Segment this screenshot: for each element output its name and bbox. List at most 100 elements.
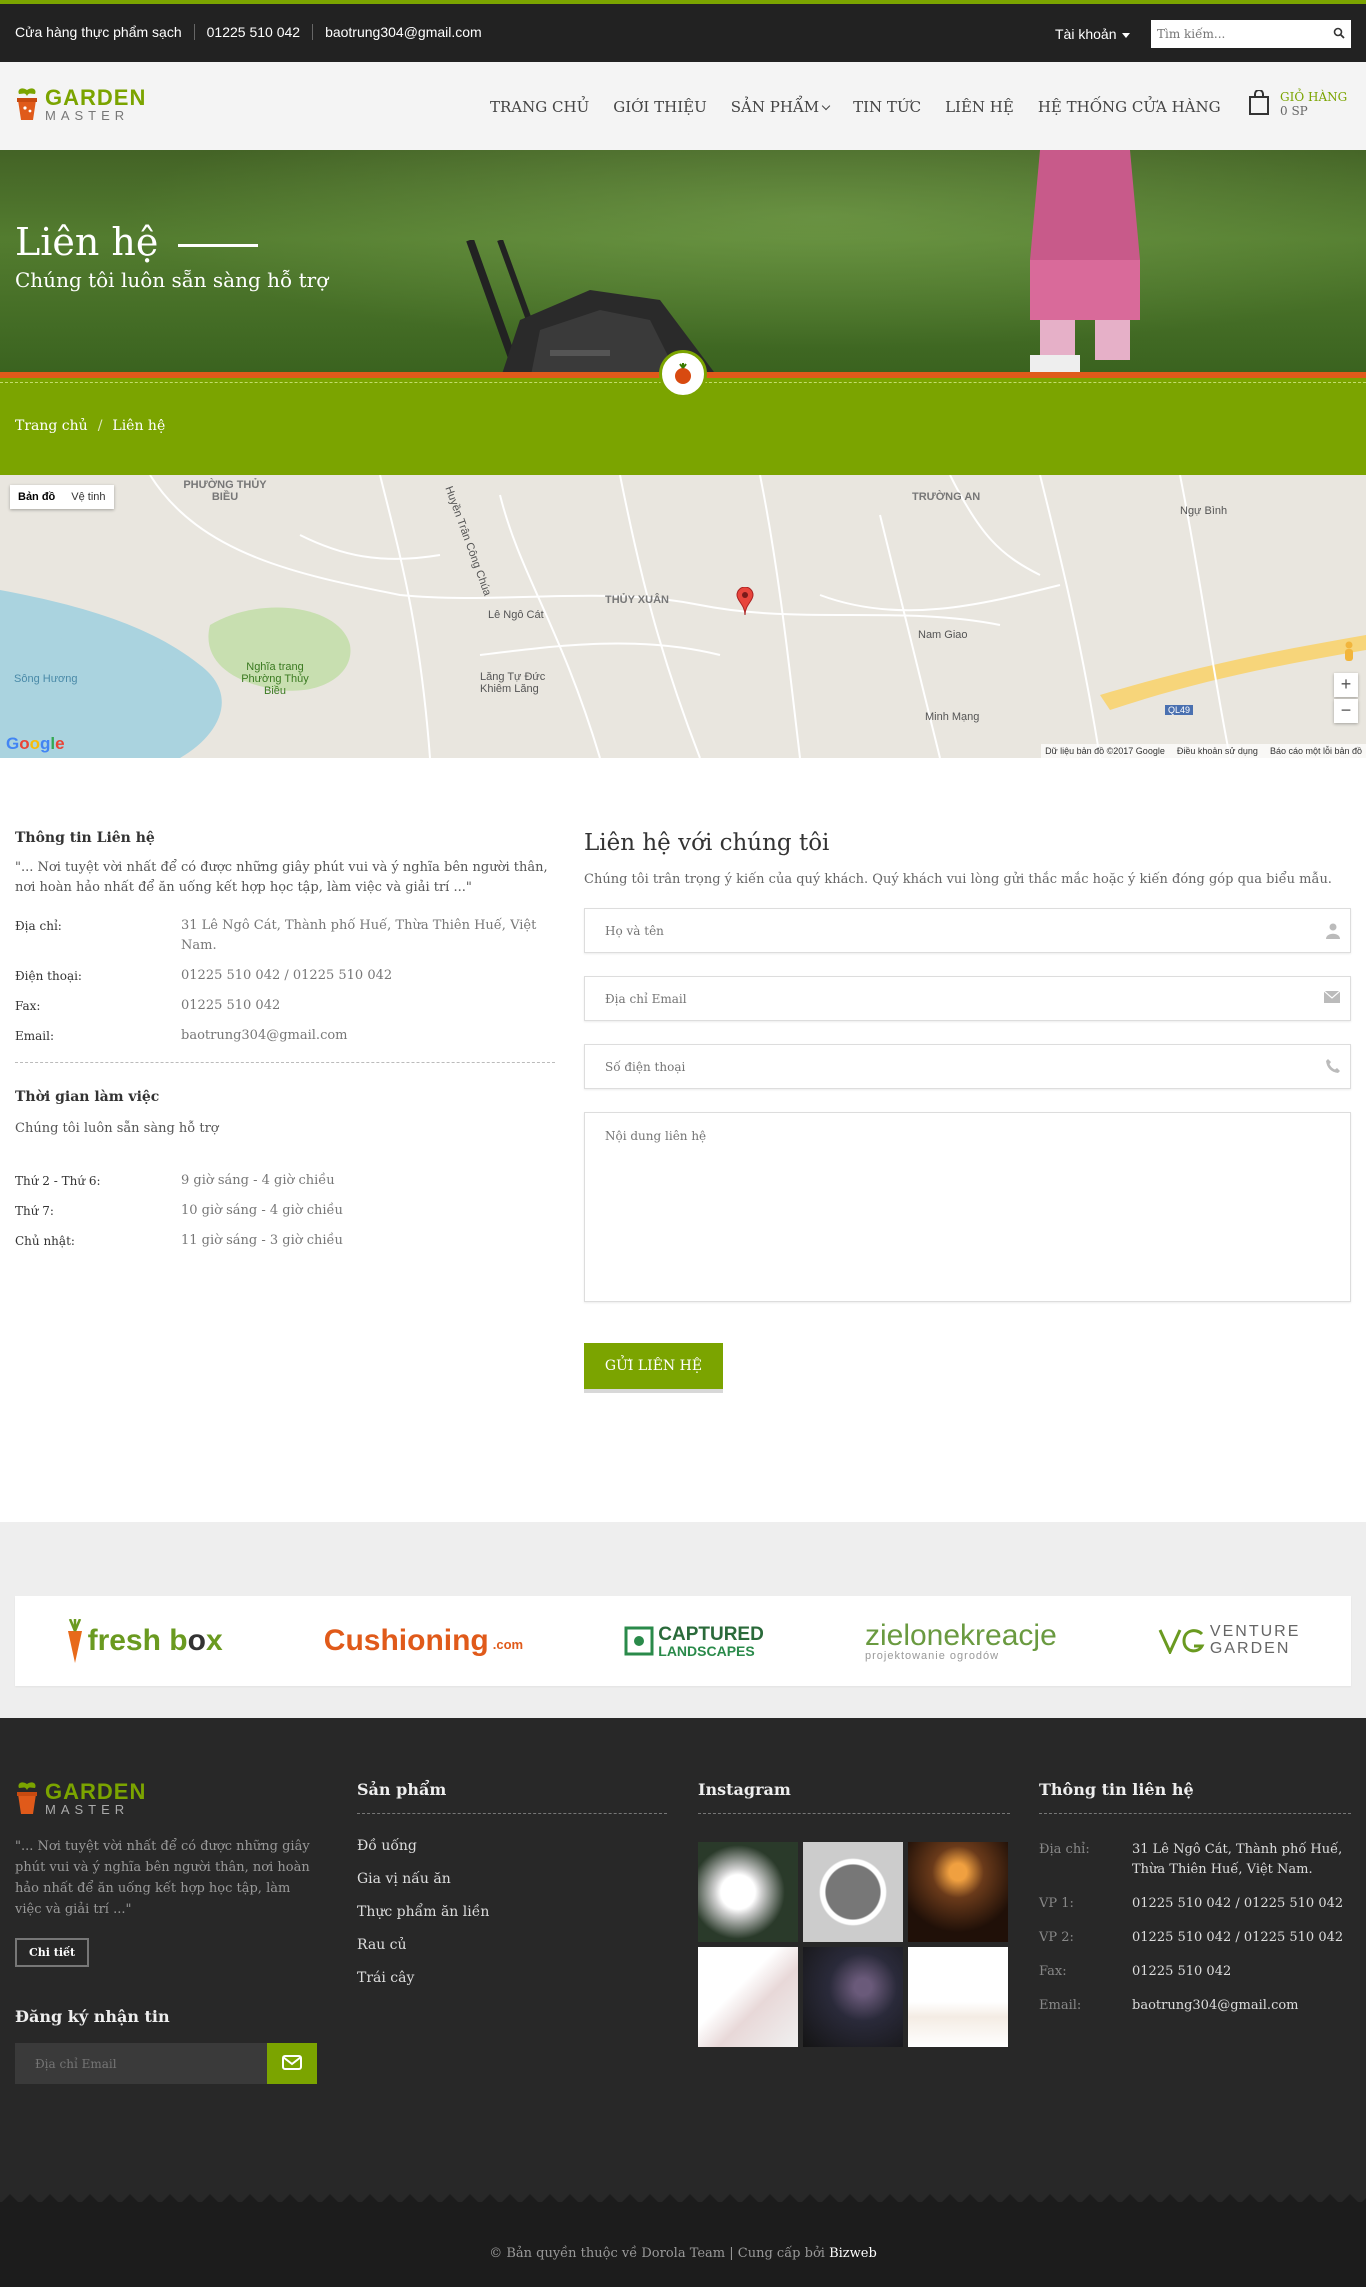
shopping-bag-icon xyxy=(1249,90,1269,115)
map-label: QL49 xyxy=(1165,705,1194,715)
instagram-photo[interactable] xyxy=(698,1842,798,1942)
bizweb-link[interactable]: Bizweb xyxy=(829,2246,877,2261)
partner-name-end: LANDSCAPES xyxy=(658,1642,755,1659)
footer-logo[interactable]: GARDEN MASTER xyxy=(15,1780,320,1816)
email-field xyxy=(584,976,1351,1021)
nav-news[interactable]: TIN TỨC xyxy=(841,98,933,116)
email-input[interactable] xyxy=(585,977,1350,1020)
logo-line2: MASTER xyxy=(45,107,130,123)
partner-logo-venture[interactable]: VENTURE GARDEN xyxy=(1158,1623,1301,1658)
flower-frame-icon xyxy=(624,1626,654,1656)
partner-logo-captured[interactable]: CAPTURED LANDSCAPES xyxy=(624,1625,764,1658)
carrot-icon xyxy=(67,1619,82,1663)
partner-name: CAPTURED xyxy=(658,1623,764,1645)
plant-pot-icon xyxy=(17,1782,37,1814)
details-button[interactable]: Chi tiết xyxy=(15,1938,90,1967)
user-icon xyxy=(1326,923,1340,939)
map-terms-link[interactable]: Điều khoản sử dụng xyxy=(1177,746,1258,756)
contact-key: Email: xyxy=(1039,1998,1082,2013)
map-marker-icon[interactable] xyxy=(736,587,754,615)
instagram-grid xyxy=(698,1842,1010,2047)
page-banner: Liên hệ Chúng tôi luôn sẵn sàng hỗ trợ xyxy=(0,150,1366,372)
hours-subtitle: Chúng tôi luôn sẵn sàng hỗ trợ xyxy=(15,1121,219,1136)
map-label: Minh Mạng xyxy=(925,711,980,723)
top-email[interactable]: baotrung304@gmail.com xyxy=(313,24,494,40)
copyright-bar: © Bản quyền thuộc về Dorola Team | Cung … xyxy=(0,2194,1366,2287)
zigzag-divider xyxy=(0,2194,1366,2204)
info-email[interactable]: baotrung304@gmail.com xyxy=(181,1026,555,1046)
contact-email[interactable]: baotrung304@gmail.com xyxy=(1132,1996,1351,2016)
footer-product-link[interactable]: Gia vị nấu ăn xyxy=(357,1871,667,1887)
map-label: Ngự Bình xyxy=(1180,505,1228,517)
name-input[interactable] xyxy=(585,909,1350,952)
main-header: GARDEN MASTER TRANG CHỦ GIỚI THIỆU SẢN PH… xyxy=(0,62,1366,150)
partner-name: zielonekreacje xyxy=(864,1618,1057,1652)
cart[interactable]: GIỎ HÀNG 0 SP xyxy=(1248,90,1347,118)
map-label: PHƯỜNG THỦY BIỀU xyxy=(183,479,267,503)
instagram-photo[interactable] xyxy=(908,1947,1008,2047)
banner-badge xyxy=(659,350,707,398)
footer-contact-title: Thông tin liên hệ xyxy=(1039,1780,1351,1814)
message-textarea[interactable] xyxy=(585,1113,1350,1301)
partner-name: VENTURE xyxy=(1209,1623,1301,1641)
form-title: Liên hệ với chúng tôi xyxy=(584,830,830,856)
newsletter-submit-button[interactable] xyxy=(267,2043,317,2084)
map-label: Lê Ngô Cát xyxy=(488,609,544,621)
map-canvas xyxy=(0,475,1366,758)
partner-name-end: projektowanie ogrodów xyxy=(864,1649,1000,1662)
map-type-satellite[interactable]: Vệ tinh xyxy=(63,485,113,509)
contact-address: 31 Lê Ngô Cát, Thành phố Huế, Thừa Thiên… xyxy=(1132,1842,1343,1877)
account-dropdown[interactable]: Tài khoản xyxy=(1055,26,1130,42)
site-logo[interactable]: GARDEN MASTER xyxy=(15,86,146,122)
google-logo: Google xyxy=(6,734,65,753)
zoom-out-button[interactable]: − xyxy=(1334,699,1358,723)
map-type-map[interactable]: Bản đồ xyxy=(10,485,63,509)
envelope-icon xyxy=(1324,991,1340,1003)
nav-products[interactable]: SẢN PHẨM xyxy=(719,98,841,116)
newsletter-title: Đăng ký nhận tin xyxy=(15,2007,170,2026)
breadcrumb: Trang chủ / Liên hệ xyxy=(15,418,165,434)
hours-key: Thứ 2 - Thứ 6: xyxy=(15,1174,101,1188)
instagram-photo[interactable] xyxy=(908,1842,1008,1942)
instagram-photo[interactable] xyxy=(698,1947,798,2047)
nav-stores[interactable]: HỆ THỐNG CỬA HÀNG xyxy=(1026,98,1233,116)
partner-logos: fresh box Cushioning .com CAPTURED LANDSCA… xyxy=(15,1596,1351,1686)
top-phone[interactable]: 01225 510 042 xyxy=(195,24,314,40)
newsletter-email-input[interactable] xyxy=(15,2043,267,2084)
map-label: Sông Hương xyxy=(14,673,78,685)
zoom-in-button[interactable]: + xyxy=(1334,673,1358,697)
breadcrumb-home[interactable]: Trang chủ xyxy=(15,418,88,434)
breadcrumb-separator: / xyxy=(97,418,103,434)
map-data-credit: Dữ liệu bản đồ ©2017 Google xyxy=(1045,746,1165,756)
nav-home[interactable]: TRANG CHỦ xyxy=(478,98,601,116)
footer-product-link[interactable]: Thực phẩm ăn liền xyxy=(357,1904,667,1920)
nav-contact[interactable]: LIÊN HỆ xyxy=(933,98,1026,116)
partner-logo-freshbox[interactable]: fresh box xyxy=(66,1619,223,1663)
street-view-icon[interactable] xyxy=(1342,641,1356,663)
hours-title: Thời gian làm việc xyxy=(15,1089,160,1105)
footer-about: GARDEN MASTER "... Nơi tuyệt vời nhất để … xyxy=(15,1780,320,2084)
instagram-photo[interactable] xyxy=(803,1842,903,1942)
phone-input[interactable] xyxy=(585,1045,1350,1088)
partner-logo-zielone[interactable]: zielonekreacje projektowanie ogrodów xyxy=(864,1618,1057,1662)
map-label: Nam Giao xyxy=(918,629,968,641)
footer-product-link[interactable]: Rau củ xyxy=(357,1937,667,1953)
partner-name-end: x xyxy=(205,1624,223,1657)
search-input[interactable] xyxy=(1151,20,1321,48)
footer-contact: Thông tin liên hệ Địa chỉ: 31 Lê Ngô Cát,… xyxy=(1039,1780,1351,2016)
instagram-photo[interactable] xyxy=(803,1947,903,2047)
footer-product-link[interactable]: Trái cây xyxy=(357,1970,667,1986)
page-title: Liên hệ xyxy=(15,220,258,264)
nav-about[interactable]: GIỚI THIỆU xyxy=(601,98,719,116)
map-report-link[interactable]: Báo cáo một lỗi bản đồ xyxy=(1270,746,1362,756)
search-icon[interactable] xyxy=(1333,27,1345,39)
footer-product-link[interactable]: Đồ uống xyxy=(357,1838,667,1854)
partner-logo-cushioning[interactable]: Cushioning .com xyxy=(324,1624,523,1658)
submit-button[interactable]: GỬI LIÊN HỆ xyxy=(584,1343,723,1393)
name-field xyxy=(584,908,1351,953)
contact-info: Thông tin Liên hệ "... Nơi tuyệt vời nhấ… xyxy=(15,830,555,1251)
contact-fax: 01225 510 042 xyxy=(1132,1964,1232,1979)
contact-key: VP 2: xyxy=(1039,1930,1074,1945)
google-map[interactable]: Bản đồ Vệ tinh PHƯỜNG THỦY BIỀU THỦY XUÂ… xyxy=(0,475,1366,758)
footer-instagram: Instagram xyxy=(698,1780,1010,2047)
